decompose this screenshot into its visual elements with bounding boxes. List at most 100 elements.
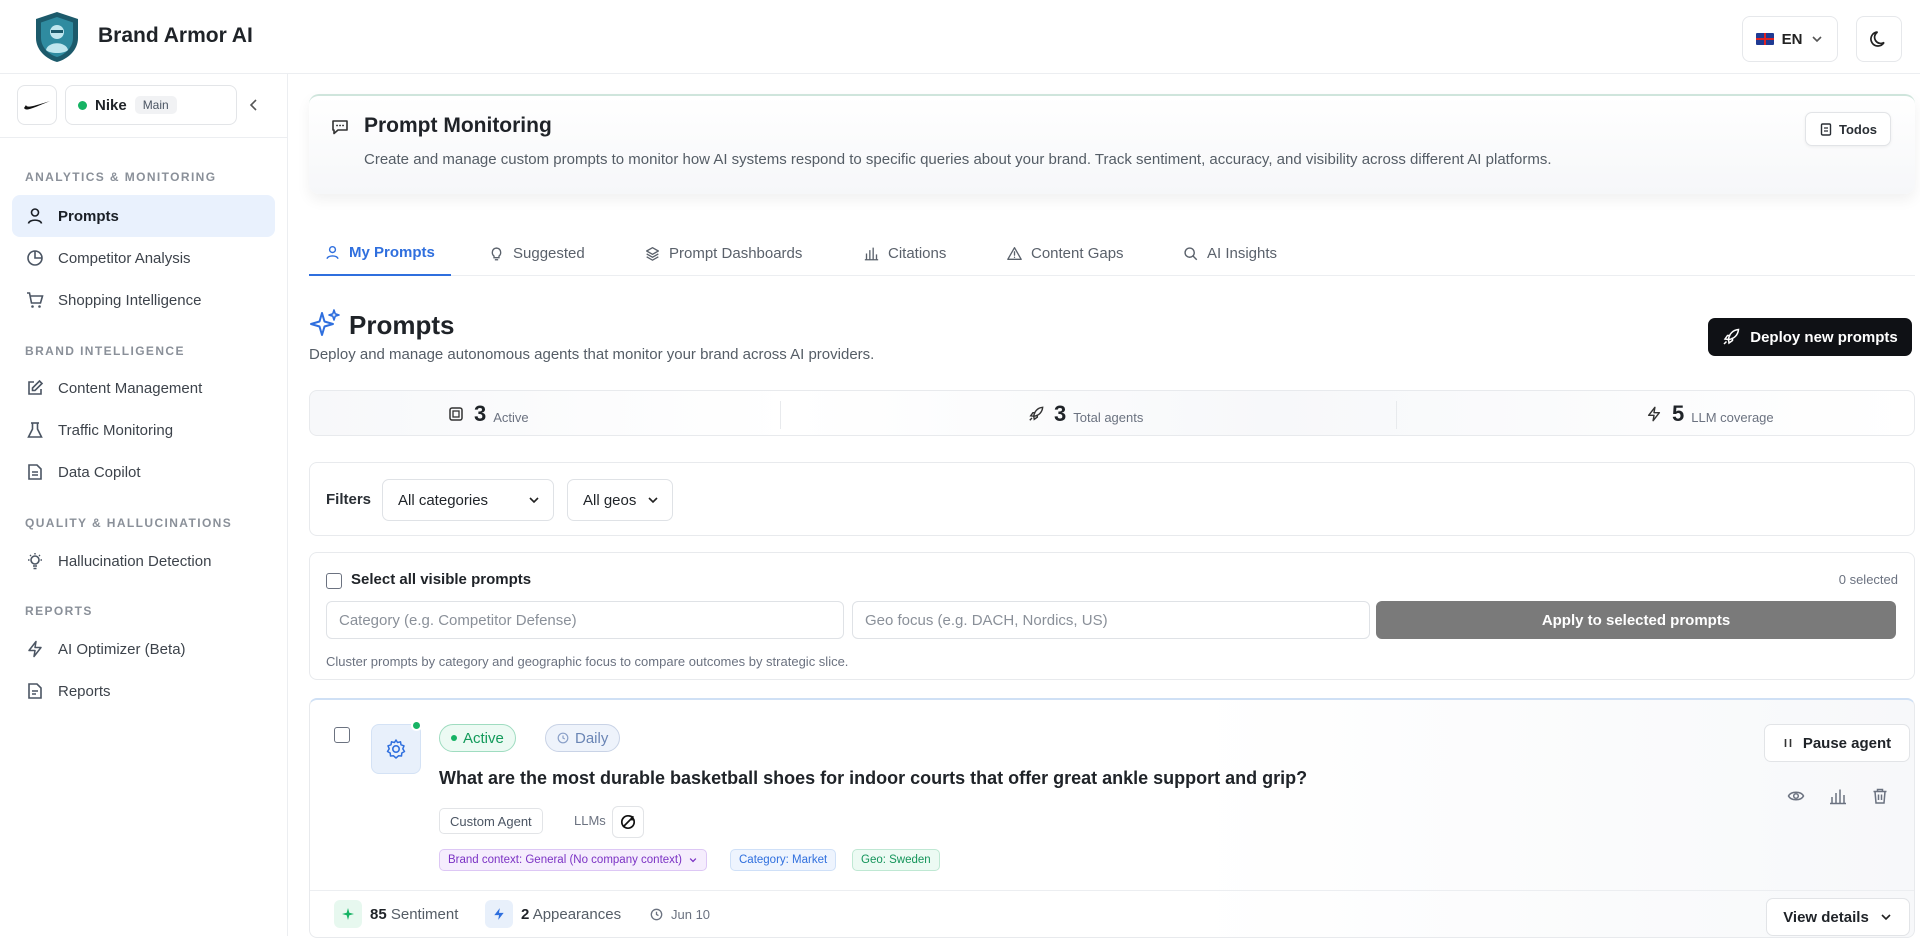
moon-icon bbox=[1870, 31, 1885, 47]
tab-label: Citations bbox=[888, 244, 947, 262]
last-run-date: Jun 10 bbox=[650, 898, 710, 930]
prompts-title: Prompts bbox=[349, 310, 455, 340]
sidebar: Nike Main ANALYTICS & MONITORING Prompts… bbox=[0, 74, 288, 936]
file-text-icon bbox=[28, 464, 42, 480]
card-divider bbox=[310, 890, 1914, 891]
sidebar-item-shopping-intelligence[interactable]: Shopping Intelligence bbox=[12, 279, 275, 321]
pause-agent-button[interactable]: Pause agent bbox=[1764, 724, 1910, 762]
geo-chip: Geo: Sweden bbox=[852, 849, 940, 871]
sidebar-item-data-copilot[interactable]: Data Copilot bbox=[12, 451, 275, 493]
page-title: Prompt Monitoring bbox=[364, 114, 552, 137]
tab-prompt-dashboards[interactable]: Prompt Dashboards bbox=[645, 230, 802, 276]
brand-status-dot bbox=[78, 100, 87, 110]
appearances-icon-wrap bbox=[485, 900, 513, 928]
delete-action-button[interactable] bbox=[1868, 784, 1892, 808]
stat-value: 3 bbox=[1054, 401, 1067, 426]
zap-icon bbox=[1647, 406, 1661, 422]
eye-icon bbox=[1787, 791, 1805, 801]
agent-online-dot bbox=[411, 720, 422, 731]
sidebar-item-hallucination-detection[interactable]: Hallucination Detection bbox=[12, 540, 275, 582]
sidebar-item-content-management[interactable]: Content Management bbox=[12, 367, 275, 409]
category-chip: Category: Market bbox=[730, 849, 837, 871]
brand-context-label: Brand context: General (No company conte… bbox=[448, 854, 682, 866]
stat-label: LLM coverage bbox=[1691, 409, 1774, 425]
section-label-reports: REPORTS bbox=[25, 604, 93, 618]
chevron-down-icon bbox=[529, 497, 539, 504]
deploy-new-prompts-button[interactable]: Deploy new prompts bbox=[1708, 318, 1912, 356]
tab-label: Suggested bbox=[513, 244, 585, 262]
sidebar-item-label: Traffic Monitoring bbox=[58, 421, 174, 439]
view-action-button[interactable] bbox=[1784, 784, 1808, 808]
brand-armor-logo[interactable] bbox=[32, 10, 82, 64]
pause-label: Pause agent bbox=[1802, 734, 1892, 752]
llm-provider-icon[interactable] bbox=[612, 806, 644, 838]
agent-type-tag: Custom Agent bbox=[439, 808, 543, 834]
stat-divider bbox=[1396, 401, 1397, 429]
sentiment-metric: 85 Sentiment bbox=[334, 898, 458, 930]
pause-icon bbox=[1784, 739, 1792, 747]
section-label-quality: QUALITY & HALLUCINATIONS bbox=[25, 516, 233, 530]
sidebar-item-competitor-analysis[interactable]: Competitor Analysis bbox=[12, 237, 275, 279]
nike-logo[interactable] bbox=[17, 85, 57, 125]
category-filter-select[interactable]: All categories bbox=[382, 479, 554, 521]
appearances-metric: 2 Appearances bbox=[485, 898, 621, 930]
prompt-monitoring-header: Prompt Monitoring Create and manage cust… bbox=[309, 94, 1915, 194]
geo-focus-input[interactable] bbox=[852, 601, 1370, 639]
search-icon bbox=[1184, 246, 1198, 260]
geo-filter-select[interactable]: All geos bbox=[567, 479, 673, 521]
tab-citations[interactable]: Citations bbox=[864, 230, 946, 276]
trash-icon bbox=[1873, 788, 1887, 804]
stat-total-agents: 3 Total agents bbox=[1028, 391, 1143, 437]
lightbulb-icon bbox=[491, 246, 502, 260]
user-icon bbox=[27, 208, 43, 224]
theme-toggle-button[interactable] bbox=[1856, 16, 1902, 62]
page-description: Create and manage custom prompts to moni… bbox=[364, 151, 1552, 168]
filters-panel: Filters All categories All geos bbox=[309, 462, 1915, 536]
sidebar-item-prompts[interactable]: Prompts bbox=[12, 195, 275, 237]
apply-to-selected-button[interactable]: Apply to selected prompts bbox=[1376, 601, 1896, 639]
view-details-button[interactable]: View details bbox=[1766, 898, 1910, 936]
tab-label: My Prompts bbox=[349, 243, 435, 261]
collapse-sidebar-button[interactable] bbox=[244, 94, 264, 116]
sidebar-item-label: AI Optimizer (Beta) bbox=[58, 640, 186, 658]
cart-icon bbox=[27, 292, 44, 308]
openai-icon bbox=[620, 814, 636, 830]
brand-context-dropdown[interactable]: Brand context: General (No company conte… bbox=[439, 849, 707, 871]
analytics-action-button[interactable] bbox=[1826, 784, 1850, 808]
filters-label: Filters bbox=[326, 491, 372, 508]
stat-divider bbox=[780, 401, 781, 429]
tab-bar: My Prompts Suggested Prompt Dashboards C… bbox=[309, 230, 1915, 276]
sidebar-item-ai-optimizer[interactable]: AI Optimizer (Beta) bbox=[12, 628, 275, 670]
chevron-left-icon bbox=[249, 99, 257, 111]
todos-button[interactable]: Todos bbox=[1805, 112, 1891, 146]
select-all-checkbox[interactable] bbox=[326, 573, 342, 589]
prompt-question[interactable]: What are the most durable basketball sho… bbox=[439, 768, 1307, 789]
sidebar-item-label: Competitor Analysis bbox=[58, 249, 191, 267]
sidebar-item-traffic-monitoring[interactable]: Traffic Monitoring bbox=[12, 409, 275, 451]
status-badge: Active bbox=[439, 724, 516, 752]
tab-my-prompts[interactable]: My Prompts bbox=[309, 230, 451, 276]
status-dot bbox=[451, 735, 457, 741]
brand-tag: Main bbox=[134, 96, 177, 114]
tab-content-gaps[interactable]: Content Gaps bbox=[1007, 230, 1124, 276]
category-input[interactable] bbox=[326, 601, 844, 639]
sentiment-icon-wrap bbox=[334, 900, 362, 928]
sidebar-item-reports[interactable]: Reports bbox=[12, 670, 275, 712]
sidebar-item-label: Prompts bbox=[58, 207, 119, 225]
category-filter-value: All categories bbox=[398, 491, 489, 509]
view-details-label: View details bbox=[1783, 908, 1869, 926]
brand-selector[interactable]: Nike Main bbox=[65, 85, 237, 125]
zap-icon bbox=[28, 640, 42, 658]
tab-suggested[interactable]: Suggested bbox=[489, 230, 585, 276]
prompt-select-checkbox[interactable] bbox=[334, 727, 350, 743]
section-label-analytics: ANALYTICS & MONITORING bbox=[25, 170, 217, 184]
sidebar-item-label: Shopping Intelligence bbox=[58, 291, 202, 309]
chip-icon bbox=[449, 407, 463, 421]
main-content: Prompt Monitoring Create and manage cust… bbox=[289, 74, 1920, 938]
tab-ai-insights[interactable]: AI Insights bbox=[1183, 230, 1277, 276]
sparkle-icon bbox=[342, 908, 354, 920]
tab-label: AI Insights bbox=[1207, 244, 1278, 262]
zap-icon bbox=[494, 908, 504, 920]
language-selector[interactable]: EN bbox=[1742, 16, 1838, 62]
stat-label: Total agents bbox=[1073, 409, 1144, 425]
